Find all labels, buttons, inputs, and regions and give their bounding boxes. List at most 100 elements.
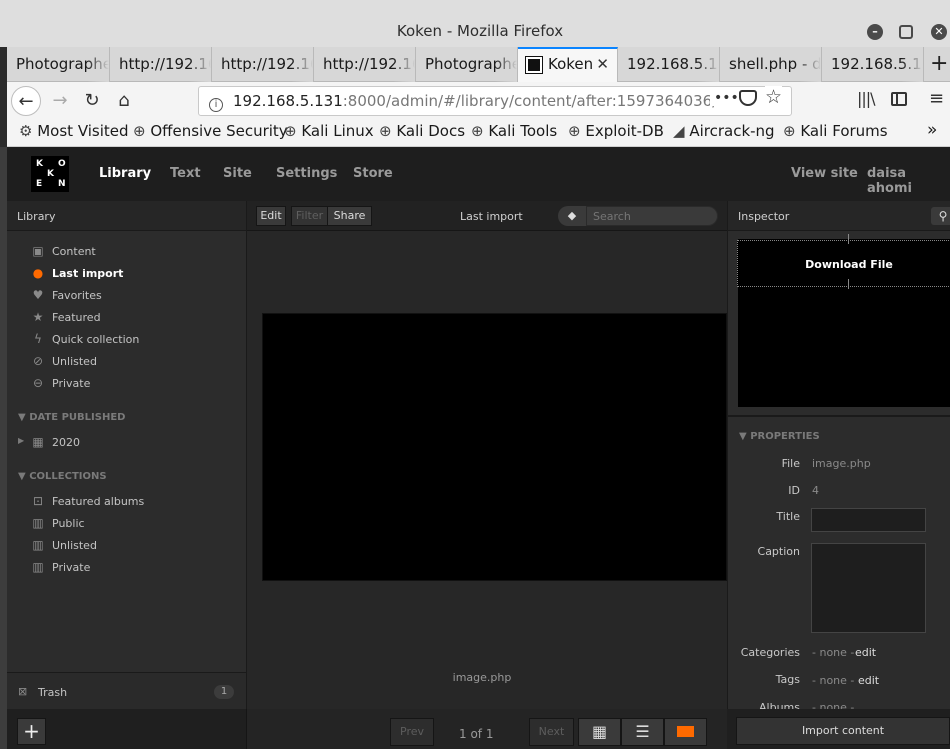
grid-view-icon[interactable]: ▦ bbox=[578, 718, 621, 746]
sidebar-item-content[interactable]: ▣ Content bbox=[7, 241, 247, 263]
inspector-header: Inspector ⚲ bbox=[728, 201, 950, 231]
close-window-button[interactable]: ✕ bbox=[931, 24, 947, 40]
browser-tab[interactable]: http://192.16 bbox=[314, 47, 416, 82]
collections-header[interactable]: ▼ COLLECTIONS bbox=[18, 471, 107, 482]
tags-value: - none - bbox=[812, 674, 855, 687]
home-icon[interactable]: ⌂ bbox=[109, 86, 139, 116]
window-title: Koken - Mozilla Firefox bbox=[396, 22, 564, 40]
bookmark-kali-linux[interactable]: ⊕ Kali Linux bbox=[284, 122, 374, 140]
list-view-icon[interactable]: ☰ bbox=[621, 718, 664, 746]
user-menu[interactable]: daisa ahomi bbox=[867, 166, 950, 196]
prev-button[interactable]: Prev bbox=[390, 718, 434, 746]
next-button[interactable]: Next bbox=[529, 718, 574, 746]
sidebar-icon[interactable] bbox=[891, 92, 907, 106]
maximize-button[interactable] bbox=[899, 25, 913, 39]
nav-text[interactable]: Text bbox=[170, 166, 201, 181]
bolt-icon: ϟ bbox=[34, 332, 42, 346]
title-input[interactable] bbox=[811, 508, 926, 532]
triangle-right-icon: ▶ bbox=[18, 436, 25, 445]
file-value: image.php bbox=[812, 457, 871, 470]
sidebar-item-year-2020[interactable]: ▶ ▦ 2020 bbox=[7, 432, 247, 454]
caption-label: Caption bbox=[757, 545, 800, 558]
import-content-button[interactable]: Import content bbox=[736, 717, 950, 745]
collection-featured-albums[interactable]: ⊡ Featured albums bbox=[7, 491, 247, 513]
library-icon[interactable]: |||\ bbox=[857, 89, 876, 108]
share-button[interactable]: Share bbox=[327, 206, 372, 226]
date-published-header[interactable]: ▼ DATE PUBLISHED bbox=[18, 412, 125, 423]
globe-icon: ⊕ bbox=[133, 122, 146, 140]
triangle-down-icon: ▼ bbox=[18, 412, 26, 423]
browser-tab[interactable]: http://192.16 bbox=[212, 47, 314, 82]
sidebar-item-featured[interactable]: ★ Featured bbox=[7, 307, 247, 329]
minimize-button[interactable]: – bbox=[867, 24, 883, 40]
reload-icon[interactable]: ↻ bbox=[77, 86, 107, 116]
featured-album-icon: ⊡ bbox=[32, 494, 44, 508]
globe-icon: ⊕ bbox=[783, 122, 796, 140]
browser-tab[interactable]: 192.168.5.13 bbox=[822, 47, 924, 82]
collection-public[interactable]: ▥ Public bbox=[7, 513, 247, 535]
image-thumbnail[interactable] bbox=[262, 313, 727, 581]
tags-edit-link[interactable]: edit bbox=[858, 674, 879, 687]
properties-header[interactable]: ▼ PROPERTIES bbox=[739, 431, 820, 442]
menu-icon[interactable]: ≡ bbox=[929, 88, 944, 109]
browser-tab-active[interactable]: Koken ✕ bbox=[518, 47, 618, 82]
sidebar-item-unlisted[interactable]: ⊘ Unlisted bbox=[7, 351, 247, 373]
sidebar-item-favorites[interactable]: ♥ Favorites bbox=[7, 285, 247, 307]
file-label: File bbox=[781, 457, 800, 470]
clock-icon: ● bbox=[32, 266, 44, 280]
close-tab-icon[interactable]: ✕ bbox=[596, 49, 609, 80]
trash-icon: ⊠ bbox=[18, 685, 28, 698]
browser-tab[interactable]: http://192.16 bbox=[110, 47, 212, 82]
search-icon[interactable]: ⚲ bbox=[931, 207, 950, 225]
nav-settings[interactable]: Settings bbox=[276, 166, 337, 181]
add-button[interactable]: + bbox=[17, 718, 46, 745]
bookmark-exploit-db[interactable]: ⊕ Exploit-DB bbox=[568, 122, 664, 140]
divider bbox=[848, 234, 849, 244]
bookmark-most-visited[interactable]: ⚙ Most Visited bbox=[19, 122, 129, 140]
screen: Koken - Mozilla Firefox – ✕ Photographe … bbox=[0, 0, 950, 749]
categories-edit-link[interactable]: edit bbox=[855, 646, 876, 659]
triangle-down-icon: ▼ bbox=[18, 471, 26, 482]
nav-site[interactable]: Site bbox=[223, 166, 252, 181]
sidebar-item-last-import[interactable]: ● Last import bbox=[7, 263, 247, 285]
navigation-bar: ← → ↻ ⌂ i 192.168.5.131:8000/admin/#/libr… bbox=[7, 82, 950, 120]
bookmark-star-icon[interactable]: ☆ bbox=[765, 86, 783, 108]
nav-library[interactable]: Library bbox=[99, 166, 151, 181]
forward-icon[interactable]: → bbox=[45, 86, 75, 116]
search-input[interactable] bbox=[586, 206, 718, 226]
image-filename: image.php bbox=[452, 671, 512, 684]
bookmark-kali-tools[interactable]: ⊕ Kali Tools bbox=[471, 122, 557, 140]
view-site-link[interactable]: View site bbox=[791, 166, 858, 181]
single-view-icon[interactable] bbox=[664, 718, 707, 746]
browser-tab[interactable]: shell.php - d bbox=[720, 47, 822, 82]
url-bar[interactable]: i 192.168.5.131:8000/admin/#/library/cont… bbox=[198, 86, 792, 116]
info-icon[interactable]: i bbox=[209, 98, 223, 112]
filter-button[interactable]: Filter bbox=[291, 206, 328, 226]
bookmark-aircrack-ng[interactable]: ◢ Aircrack-ng bbox=[673, 122, 775, 140]
page-actions-icon[interactable]: ••• bbox=[710, 90, 743, 106]
bookmark-offensive-security[interactable]: ⊕ Offensive Security bbox=[133, 122, 288, 140]
back-icon[interactable]: ← bbox=[11, 86, 41, 116]
browser-tab[interactable]: Photographe bbox=[7, 47, 110, 82]
sidebar-item-quick-collection[interactable]: ϟ Quick collection bbox=[7, 329, 247, 351]
sidebar-item-private[interactable]: ⊖ Private bbox=[7, 373, 247, 395]
bookmark-kali-forums[interactable]: ⊕ Kali Forums bbox=[783, 122, 888, 140]
koken-logo[interactable]: K O K E N bbox=[31, 156, 69, 192]
albums-label: Albums bbox=[759, 701, 800, 709]
new-tab-icon[interactable]: + bbox=[930, 51, 948, 77]
trash-row[interactable]: ⊠ Trash 1 bbox=[7, 672, 246, 709]
collection-unlisted[interactable]: ▥ Unlisted bbox=[7, 535, 247, 557]
star-icon: ★ bbox=[32, 310, 44, 324]
more-bookmarks-icon[interactable]: » bbox=[927, 120, 937, 140]
heart-icon: ♥ bbox=[32, 288, 44, 302]
content-toolbar: Edit Filter Share Last import ◆ bbox=[247, 201, 727, 231]
download-file-button[interactable]: Download File bbox=[737, 234, 950, 289]
browser-tab[interactable]: Photographe bbox=[416, 47, 518, 82]
nav-store[interactable]: Store bbox=[353, 166, 393, 181]
bookmark-kali-docs[interactable]: ⊕ Kali Docs bbox=[379, 122, 465, 140]
collection-private[interactable]: ▥ Private bbox=[7, 557, 247, 579]
caption-textarea[interactable] bbox=[811, 543, 926, 633]
browser-tab[interactable]: 192.168.5.13 bbox=[618, 47, 720, 82]
edit-button[interactable]: Edit bbox=[256, 206, 286, 226]
tag-icon[interactable]: ◆ bbox=[558, 206, 586, 226]
